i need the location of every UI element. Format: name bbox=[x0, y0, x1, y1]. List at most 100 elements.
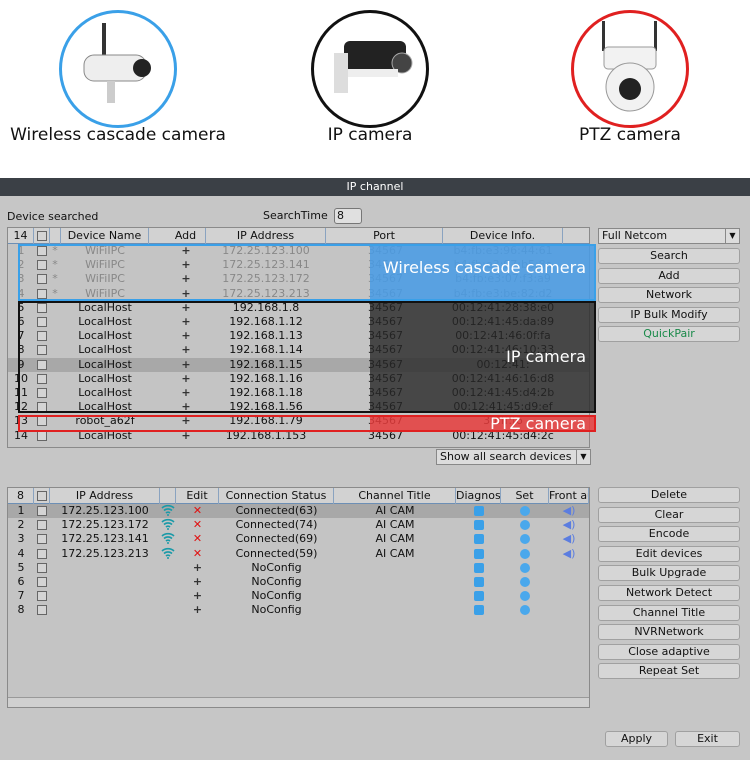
button-search[interactable]: Search bbox=[598, 248, 740, 264]
connection-status: Connected(63) bbox=[235, 504, 318, 517]
button-ip-bulk-modify[interactable]: IP Bulk Modify bbox=[598, 306, 740, 323]
column-header: IP Address bbox=[50, 488, 160, 504]
diagnosis-icon[interactable] bbox=[456, 547, 501, 561]
channel-title: AI CAM bbox=[375, 546, 415, 560]
button-channel-title[interactable]: Channel Title bbox=[598, 604, 740, 621]
diagnosis-icon[interactable] bbox=[456, 518, 501, 532]
delete-channel-icon[interactable]: ✕ bbox=[176, 547, 219, 561]
channel-title bbox=[334, 561, 456, 575]
delete-channel-icon[interactable]: ✕ bbox=[176, 504, 219, 518]
settings-gear-icon[interactable] bbox=[501, 532, 549, 546]
select-all-checkbox[interactable] bbox=[34, 488, 50, 504]
button-network-detect[interactable]: Network Detect bbox=[598, 585, 740, 601]
row-index: 4 bbox=[17, 546, 25, 560]
table-header: 8 IP Address Edit Connection Status Channel … bbox=[8, 488, 589, 504]
camera-image-2 bbox=[571, 10, 689, 128]
row-checkbox[interactable] bbox=[34, 561, 50, 575]
row-checkbox[interactable] bbox=[34, 518, 50, 532]
column-header: Device Name bbox=[61, 228, 149, 244]
table-row[interactable]: 7 + NoConfig bbox=[8, 589, 589, 603]
button-edit-devices[interactable]: Edit devices bbox=[598, 545, 740, 562]
table-row[interactable]: 5 + NoConfig bbox=[8, 561, 589, 575]
channel-title: AI CAM bbox=[375, 504, 415, 517]
settings-gear-icon[interactable] bbox=[501, 547, 549, 561]
button-bulk-upgrade[interactable]: Bulk Upgrade bbox=[598, 565, 740, 582]
button-add[interactable]: Add bbox=[598, 267, 740, 284]
delete-channel-icon[interactable]: ✕ bbox=[176, 532, 219, 546]
settings-gear-icon[interactable] bbox=[501, 504, 549, 518]
connection-status: Connected(69) bbox=[235, 532, 318, 546]
camera-label: Wireless cascade camera bbox=[10, 125, 226, 145]
button-close-adaptive[interactable]: Close adaptive bbox=[598, 643, 740, 660]
connection-status: Connected(59) bbox=[235, 546, 318, 560]
dialog-title: IP channel bbox=[0, 178, 750, 196]
table-row[interactable]: 1 172.25.123.100 ✕ Connected(63) AI CAM ◀) bbox=[8, 504, 589, 518]
settings-gear-icon[interactable] bbox=[501, 518, 549, 532]
button-nvrnetwork[interactable]: NVRNetwork bbox=[598, 624, 740, 641]
table-row[interactable]: 2 172.25.123.172 ✕ Connected(74) AI CAM ◀) bbox=[8, 518, 589, 532]
column-header bbox=[50, 228, 61, 244]
ip-address bbox=[50, 575, 160, 589]
column-header: Port bbox=[326, 228, 443, 244]
row-checkbox[interactable] bbox=[34, 589, 50, 603]
add-channel-icon[interactable]: + bbox=[176, 603, 219, 617]
button-delete[interactable]: Delete bbox=[598, 487, 740, 503]
add-channel-icon[interactable]: + bbox=[176, 589, 219, 603]
settings-gear-icon[interactable] bbox=[501, 561, 549, 575]
row-index: 7 bbox=[17, 589, 25, 603]
delete-channel-icon[interactable]: ✕ bbox=[176, 518, 219, 532]
diagnosis-icon[interactable] bbox=[456, 504, 501, 518]
speaker-icon[interactable]: ◀) bbox=[549, 532, 589, 546]
row-checkbox[interactable] bbox=[34, 575, 50, 589]
chevron-down-icon: ▼ bbox=[576, 450, 590, 464]
row-index: 8 bbox=[17, 603, 25, 617]
row-checkbox[interactable] bbox=[34, 603, 50, 617]
settings-gear-icon[interactable] bbox=[501, 575, 549, 589]
speaker-icon[interactable]: ◀) bbox=[549, 547, 589, 561]
column-header: Front audio bbox=[549, 488, 589, 504]
protocol-select[interactable]: Full Netcom ▼ bbox=[598, 228, 740, 244]
add-channel-icon[interactable]: + bbox=[176, 561, 219, 575]
settings-gear-icon[interactable] bbox=[501, 603, 549, 617]
filter-select[interactable]: Show all search devices ▼ bbox=[436, 449, 591, 465]
speaker-icon[interactable]: ◀) bbox=[549, 518, 589, 532]
column-header: Device Info. bbox=[443, 228, 563, 244]
column-header: IP Address bbox=[206, 228, 326, 244]
column-header: Set bbox=[501, 488, 549, 504]
table-row[interactable]: 4 172.25.123.213 ✕ Connected(59) AI CAM ◀) bbox=[8, 547, 589, 561]
chevron-down-icon: ▼ bbox=[725, 229, 739, 243]
diagnosis-icon[interactable] bbox=[456, 561, 501, 575]
row-checkbox[interactable] bbox=[34, 532, 50, 546]
add-channel-icon[interactable]: + bbox=[176, 575, 219, 589]
button-clear[interactable]: Clear bbox=[598, 506, 740, 523]
channel-table: 8 IP Address Edit Connection Status Channel … bbox=[7, 487, 590, 708]
button-repeat-set[interactable]: Repeat Set bbox=[598, 663, 740, 680]
diagnosis-icon[interactable] bbox=[456, 532, 501, 546]
select-all-checkbox[interactable] bbox=[34, 228, 50, 244]
protocol-select-value: Full Netcom bbox=[602, 229, 668, 242]
button-encode[interactable]: Encode bbox=[598, 526, 740, 543]
apply-button[interactable]: Apply bbox=[605, 731, 668, 747]
ip-address: 172.25.123.213 bbox=[61, 546, 149, 560]
column-header bbox=[160, 488, 176, 504]
connection-status: NoConfig bbox=[251, 560, 302, 574]
horizontal-scrollbar[interactable] bbox=[8, 697, 589, 707]
table-row[interactable]: 8 + NoConfig bbox=[8, 603, 589, 617]
diagnosis-icon[interactable] bbox=[456, 575, 501, 589]
settings-gear-icon[interactable] bbox=[501, 589, 549, 603]
row-checkbox[interactable] bbox=[34, 547, 50, 561]
row-index: 1 bbox=[17, 504, 25, 517]
speaker-icon[interactable]: ◀) bbox=[549, 504, 589, 518]
exit-button[interactable]: Exit bbox=[675, 731, 740, 747]
diagnosis-icon[interactable] bbox=[456, 589, 501, 603]
row-checkbox[interactable] bbox=[34, 504, 50, 518]
button-quickpair[interactable]: QuickPair bbox=[598, 326, 740, 342]
search-time-input[interactable]: 8 bbox=[334, 208, 362, 224]
overlay-wireless: Wireless cascade camera bbox=[18, 244, 596, 301]
diagnosis-icon[interactable] bbox=[456, 603, 501, 617]
camera-label: IP camera bbox=[327, 125, 413, 145]
table-row[interactable]: 6 + NoConfig bbox=[8, 575, 589, 589]
button-network[interactable]: Network bbox=[598, 287, 740, 303]
wifi-icon bbox=[160, 532, 176, 546]
table-row[interactable]: 3 172.25.123.141 ✕ Connected(69) AI CAM ◀) bbox=[8, 532, 589, 546]
